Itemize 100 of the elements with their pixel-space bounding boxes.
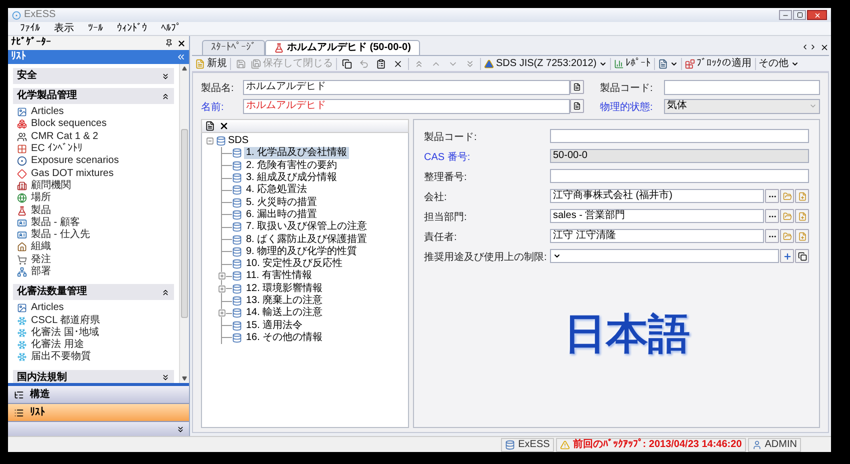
tree-item[interactable]: 4. 応急処置法: [244, 184, 310, 196]
open-button[interactable]: [780, 189, 794, 203]
scrollbar[interactable]: [179, 64, 189, 383]
scroll-up-icon[interactable]: [182, 66, 187, 71]
close-icon[interactable]: [820, 43, 829, 52]
input-field[interactable]: 江守商事株式会社 (福井市): [550, 189, 764, 203]
tree-item[interactable]: 15. 適用法令: [244, 320, 305, 332]
input-field[interactable]: sales - 営業部門: [550, 209, 764, 223]
nav-item[interactable]: EC ｲﾝﾍﾞﾝﾄﾘ: [17, 142, 170, 156]
lookup-button[interactable]: [570, 99, 584, 113]
input-field[interactable]: [550, 129, 809, 143]
expand-icon[interactable]: [218, 284, 226, 293]
close-button[interactable]: [807, 10, 827, 20]
add-button[interactable]: [780, 249, 794, 263]
menu-item[interactable]: ｳｨﾝﾄﾞｳ: [117, 22, 147, 34]
nav-item[interactable]: 顧問機関: [17, 180, 170, 192]
tab[interactable]: ｽﾀｰﾄﾍﾟｰｼﾞ: [202, 40, 265, 55]
nav-item[interactable]: Exposure scenarios: [17, 155, 170, 168]
input-field[interactable]: 50-00-0: [550, 149, 809, 163]
tree-item[interactable]: 16. その他の情報: [244, 332, 325, 344]
menu-item[interactable]: ﾂｰﾙ: [88, 22, 103, 34]
tab[interactable]: ホルムアルデヒド (50-00-0): [265, 40, 420, 55]
scroll-down-icon[interactable]: [182, 376, 187, 381]
nav-item[interactable]: Articles: [17, 302, 170, 314]
nav-item[interactable]: 届出不要物質: [17, 351, 170, 364]
browse-button[interactable]: [765, 229, 779, 243]
new-icon[interactable]: [205, 121, 215, 131]
toolbar-button[interactable]: ﾌﾞﾛｯｸの適用: [684, 58, 752, 70]
browse-button[interactable]: [765, 189, 779, 203]
scroll-left-icon[interactable]: [801, 43, 809, 51]
close-icon[interactable]: [177, 38, 186, 48]
menu-item[interactable]: ﾍﾙﾌﾟ: [161, 22, 181, 34]
delete-icon[interactable]: [219, 121, 229, 131]
nav-item[interactable]: 製品 - 顧客: [17, 216, 170, 229]
tree-item[interactable]: 12. 環境影響情報: [244, 282, 325, 295]
group-header[interactable]: 国内法規制: [13, 370, 174, 383]
nav-item[interactable]: 場所: [17, 192, 170, 204]
dropdown-field[interactable]: [550, 249, 779, 263]
group-header[interactable]: 化審法数量管理: [13, 284, 174, 300]
nav-item[interactable]: Gas DOT mixtures: [17, 167, 170, 180]
input-field[interactable]: 江守 江守清隆: [550, 229, 764, 243]
tree-item[interactable]: 8. ばく露防止及び保護措置: [244, 234, 370, 246]
scroll-right-icon[interactable]: [809, 43, 817, 51]
nav-item[interactable]: 化審法 国･地域: [17, 326, 170, 340]
toolbar-button[interactable]: ﾚﾎﾟｰﾄ: [614, 58, 651, 70]
copy-button[interactable]: [340, 58, 354, 68]
scroll-thumb[interactable]: [181, 129, 188, 318]
nav-item[interactable]: Articles: [17, 106, 170, 118]
tree-root[interactable]: SDS: [228, 135, 249, 148]
tree-item[interactable]: 2. 危険有害性の要約: [244, 160, 340, 172]
new-button[interactable]: [795, 209, 809, 223]
open-button[interactable]: [780, 209, 794, 223]
nav-item[interactable]: Block sequences: [17, 118, 170, 131]
open-button[interactable]: [780, 229, 794, 243]
browse-button[interactable]: [765, 209, 779, 223]
toolbar-dropdown[interactable]: その他: [758, 58, 799, 70]
tree-item[interactable]: 1. 化学品及び会社情報: [244, 147, 350, 160]
input-field[interactable]: [550, 169, 809, 183]
tree-item[interactable]: 9. 物理的及び化学的性質: [244, 246, 360, 258]
tree-item[interactable]: 3. 組成及び成分情報: [244, 172, 340, 184]
maximize-button[interactable]: [793, 10, 806, 20]
nav-item[interactable]: 部署: [17, 266, 170, 278]
tree-item[interactable]: 10. 安定性及び反応性: [244, 258, 345, 270]
tree-item[interactable]: 13. 廃棄上の注意: [244, 295, 325, 307]
copy-button[interactable]: [795, 249, 809, 263]
menu-item[interactable]: ﾌｧｲﾙ: [20, 22, 40, 34]
new-button[interactable]: [795, 229, 809, 243]
collapse-icon[interactable]: [176, 52, 186, 62]
input-field[interactable]: ホルムアルデヒド: [243, 80, 570, 94]
navigator-button[interactable]: 構造: [8, 386, 189, 404]
collapse-icon[interactable]: [206, 137, 214, 146]
navigator-button[interactable]: ﾘｽﾄ: [8, 404, 189, 422]
toolbar-dropdown[interactable]: [658, 58, 678, 68]
minimize-button[interactable]: [779, 10, 792, 20]
tree-item[interactable]: 7. 取扱い及び保管上の注意: [244, 221, 370, 234]
pin-icon[interactable]: [165, 38, 173, 46]
lookup-button[interactable]: [570, 80, 584, 94]
nav-item[interactable]: 製品 - 仕入先: [17, 228, 170, 242]
nav-item[interactable]: 組織: [17, 241, 170, 254]
more-icon[interactable]: [176, 424, 185, 434]
input-field[interactable]: [664, 80, 820, 94]
tree-item[interactable]: 6. 漏出時の措置: [244, 208, 320, 221]
tree-item[interactable]: 11. 有害性情報: [244, 270, 314, 282]
expand-icon[interactable]: [218, 272, 226, 280]
group-header[interactable]: 化学製品管理: [13, 88, 174, 104]
menu-item[interactable]: 表示: [54, 22, 74, 34]
nav-item[interactable]: 発注: [17, 254, 170, 266]
nav-item[interactable]: 製品: [17, 204, 170, 217]
triangle-icon: [484, 58, 494, 68]
nav-item[interactable]: 化審法 用途: [17, 339, 170, 352]
tree-item[interactable]: 14. 輸送上の注意: [244, 307, 325, 320]
nav-item[interactable]: CMR Cat 1 & 2: [17, 130, 170, 143]
input-field[interactable]: ホルムアルデヒド: [243, 98, 570, 114]
expand-icon[interactable]: [218, 309, 226, 318]
new-button[interactable]: [795, 189, 809, 203]
nav-item[interactable]: CSCL 都道府県: [17, 314, 170, 327]
tree-item[interactable]: 5. 火災時の措置: [244, 196, 320, 209]
group-header[interactable]: 安全: [13, 68, 174, 84]
toolbar-dropdown[interactable]: SDS JIS(Z 7253:2012): [484, 58, 607, 70]
toolbar-button[interactable]: 新規: [195, 58, 227, 70]
